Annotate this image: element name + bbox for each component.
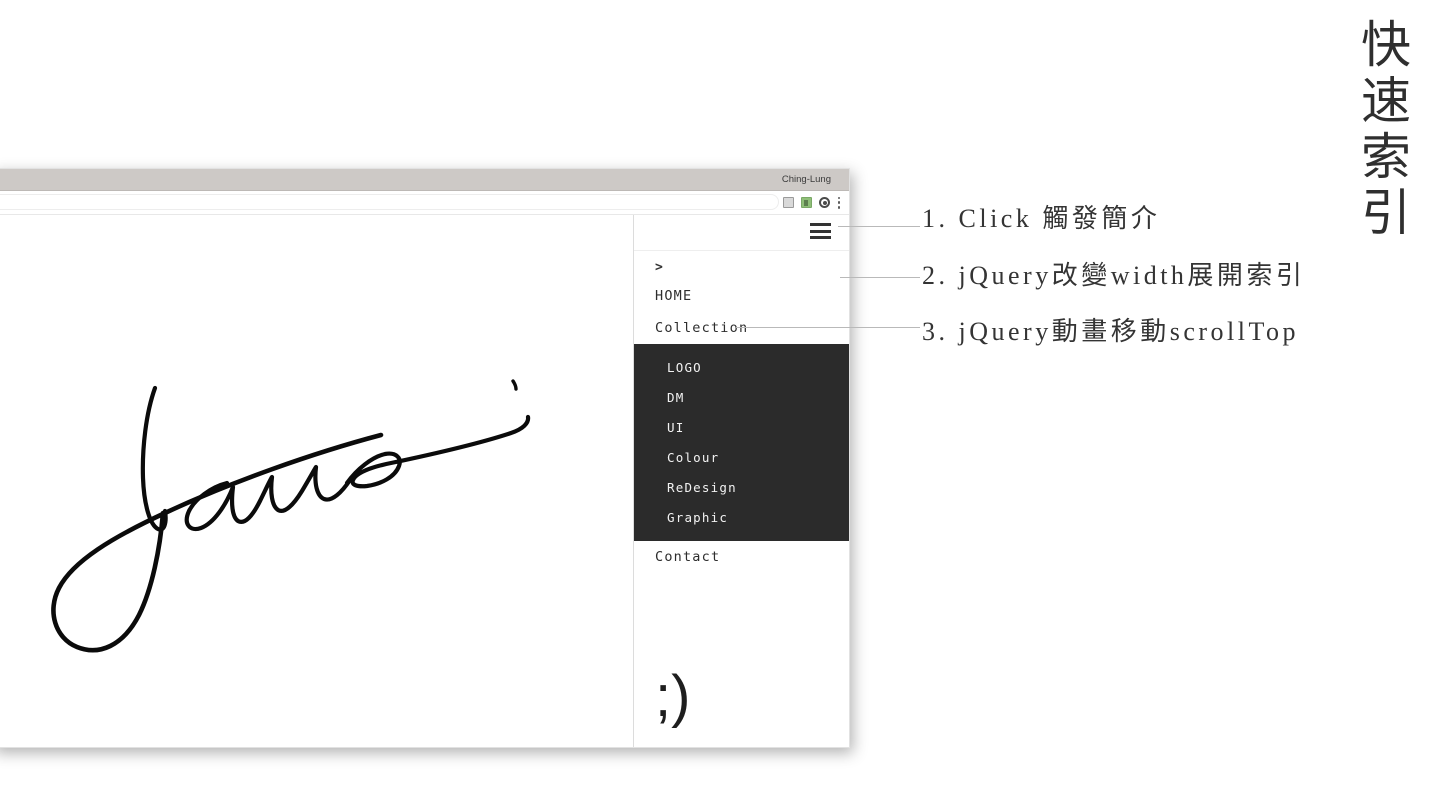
chevron-right-icon[interactable]: > — [634, 251, 849, 280]
address-bar[interactable] — [0, 194, 779, 210]
kebab-menu-icon[interactable] — [837, 196, 841, 209]
wink-emoticon: ;) — [655, 664, 691, 729]
browser-tab[interactable]: Ching-Lung — [772, 169, 841, 190]
browser-tab-strip: Ching-Lung — [0, 169, 849, 191]
collection-submenu: LOGO DM UI Colour ReDesign Graphic — [634, 344, 849, 541]
annotation-item-1: 1. Click 觸發簡介 — [922, 204, 1161, 233]
browser-window: Ching-Lung > HOME Collection LOGO DM UI … — [0, 168, 850, 748]
james-signature-artwork — [51, 379, 531, 653]
page-viewport: > HOME Collection LOGO DM UI Colour ReDe… — [0, 215, 849, 747]
leader-line-2 — [840, 277, 920, 278]
submenu-item-graphic[interactable]: Graphic — [634, 502, 849, 532]
submenu-item-logo[interactable]: LOGO — [634, 352, 849, 382]
profile-avatar-icon[interactable] — [819, 197, 830, 208]
annotation-item-2: 2. jQuery改變width展開索引 — [922, 260, 1306, 290]
hamburger-menu-icon[interactable] — [810, 223, 831, 239]
nav-header — [634, 215, 849, 251]
nav-item-home[interactable]: HOME — [634, 280, 849, 312]
leader-line-1 — [838, 226, 920, 227]
leader-line-3 — [736, 327, 920, 328]
annotation-item-3: 3. jQuery動畫移動scrollTop — [922, 317, 1300, 346]
nav-item-contact[interactable]: Contact — [634, 541, 849, 573]
browser-tab-title: Ching-Lung — [781, 174, 831, 185]
submenu-item-ui[interactable]: UI — [634, 412, 849, 442]
nav-item-collection[interactable]: Collection — [634, 312, 849, 344]
submenu-item-redesign[interactable]: ReDesign — [634, 472, 849, 502]
submenu-item-dm[interactable]: DM — [634, 382, 849, 412]
submenu-item-colour[interactable]: Colour — [634, 442, 849, 472]
extension-icon[interactable] — [801, 197, 812, 208]
annotation-list: 1. Click 觸發簡介 2. jQuery改變width展開索引 3. jQ… — [922, 203, 1392, 373]
browser-toolbar — [0, 191, 849, 215]
cast-icon[interactable] — [783, 197, 794, 208]
site-nav-panel: > HOME Collection LOGO DM UI Colour ReDe… — [634, 215, 849, 747]
toolbar-actions — [783, 191, 841, 214]
signature-area — [0, 215, 634, 747]
